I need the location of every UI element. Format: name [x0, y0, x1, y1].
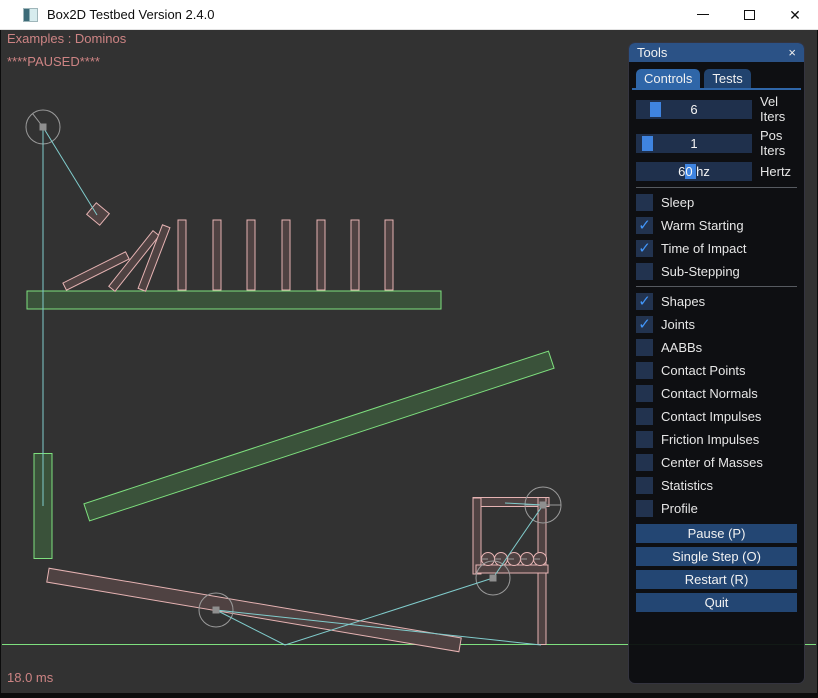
- checkbox-profile[interactable]: [636, 500, 653, 517]
- window-title: Box2D Testbed Version 2.4.0: [47, 7, 680, 22]
- checkbox-row-sleep: Sleep: [636, 194, 797, 211]
- checkbox-label: Sub-Stepping: [661, 264, 740, 279]
- slider-label: Vel Iters: [760, 94, 797, 124]
- tab-tests[interactable]: Tests: [704, 69, 750, 88]
- checkbox-label: Contact Normals: [661, 386, 758, 401]
- checkbox-row-contact-points: Contact Points: [636, 362, 797, 379]
- checkbox-label: AABBs: [661, 340, 702, 355]
- checkbox-contact-points[interactable]: [636, 362, 653, 379]
- maximize-icon: [744, 10, 755, 20]
- pause-p-button[interactable]: Pause (P): [636, 524, 797, 543]
- slider-label: Pos Iters: [760, 128, 797, 158]
- checkbox-label: Contact Impulses: [661, 409, 761, 424]
- checkbox-label: Profile: [661, 501, 698, 516]
- slider-row-vel-iters: 6 Vel Iters: [636, 94, 797, 124]
- checkbox-label: Friction Impulses: [661, 432, 759, 447]
- slider-value: 1: [636, 134, 752, 153]
- checkbox-aabbs[interactable]: [636, 339, 653, 356]
- app-icon: [23, 8, 38, 22]
- slider-value: 60 hz: [636, 162, 752, 181]
- checkbox-label: Center of Masses: [661, 455, 763, 470]
- checkbox-row-aabbs: AABBs: [636, 339, 797, 356]
- quit-button[interactable]: Quit: [636, 593, 797, 612]
- window-titlebar[interactable]: Box2D Testbed Version 2.4.0 ✕: [0, 0, 818, 30]
- close-icon: ✕: [789, 8, 801, 22]
- checkbox-row-joints: ✓ Joints: [636, 316, 797, 333]
- checkbox-row-profile: Profile: [636, 500, 797, 517]
- checkbox-row-friction-impulses: Friction Impulses: [636, 431, 797, 448]
- checkbox-row-center-of-masses: Center of Masses: [636, 454, 797, 471]
- checkbox-joints[interactable]: ✓: [636, 316, 653, 333]
- checkbox-contact-impulses[interactable]: [636, 408, 653, 425]
- tab-bar: ControlsTests: [636, 69, 797, 88]
- tab-underline: [632, 88, 801, 90]
- slider-vel-iters[interactable]: 6: [636, 100, 752, 119]
- restart-r-button[interactable]: Restart (R): [636, 570, 797, 589]
- frame-time-label: 18.0 ms: [7, 670, 53, 685]
- checkbox-sub-stepping[interactable]: [636, 263, 653, 280]
- checkbox-shapes[interactable]: ✓: [636, 293, 653, 310]
- checkbox-row-shapes: ✓ Shapes: [636, 293, 797, 310]
- checkbox-warm-starting[interactable]: ✓: [636, 217, 653, 234]
- slider-hertz[interactable]: 60 hz: [636, 162, 752, 181]
- tools-panel-body: ControlsTests 6 Vel Iters 1 Pos Iters 60 hz H…: [629, 62, 804, 612]
- checkbox-label: Joints: [661, 317, 695, 332]
- checkbox-row-contact-impulses: Contact Impulses: [636, 408, 797, 425]
- app-window: Examples : Dominos ****PAUSED**** 18.0 m…: [0, 0, 818, 698]
- checkbox-friction-impulses[interactable]: [636, 431, 653, 448]
- close-button[interactable]: ✕: [772, 0, 818, 30]
- checkbox-row-time-of-impact: ✓ Time of Impact: [636, 240, 797, 257]
- checkbox-label: Sleep: [661, 195, 694, 210]
- checkbox-statistics[interactable]: [636, 477, 653, 494]
- checkbox-label: Time of Impact: [661, 241, 746, 256]
- checkbox-label: Contact Points: [661, 363, 746, 378]
- minimize-icon: [697, 14, 709, 15]
- checkbox-contact-normals[interactable]: [636, 385, 653, 402]
- checkbox-row-warm-starting: ✓ Warm Starting: [636, 217, 797, 234]
- slider-row-hertz: 60 hz Hertz: [636, 162, 797, 181]
- checkbox-label: Shapes: [661, 294, 705, 309]
- checkbox-row-sub-stepping: Sub-Stepping: [636, 263, 797, 280]
- separator: [636, 286, 797, 287]
- slider-label: Hertz: [760, 164, 791, 179]
- checkbox-group-sim: Sleep ✓ Warm Starting ✓ Time of Impact Sub-St…: [636, 194, 797, 280]
- example-label: Examples : Dominos: [7, 31, 126, 46]
- checkbox-time-of-impact[interactable]: ✓: [636, 240, 653, 257]
- separator: [636, 187, 797, 188]
- paused-label: ****PAUSED****: [7, 54, 100, 69]
- tools-panel: Tools × ControlsTests 6 Vel Iters 1 Pos Ite…: [628, 42, 805, 684]
- tools-panel-title: Tools: [637, 45, 788, 60]
- checkbox-group-draw: ✓ Shapes ✓ Joints AABBs Contact Points Contact…: [636, 293, 797, 517]
- slider-pos-iters[interactable]: 1: [636, 134, 752, 153]
- tools-panel-titlebar[interactable]: Tools ×: [629, 43, 804, 62]
- checkbox-sleep[interactable]: [636, 194, 653, 211]
- minimize-button[interactable]: [680, 0, 726, 30]
- tools-panel-close-icon[interactable]: ×: [788, 46, 796, 59]
- tab-controls[interactable]: Controls: [636, 69, 700, 88]
- checkbox-row-statistics: Statistics: [636, 477, 797, 494]
- button-section: Pause (P) Single Step (O) Restart (R) Quit: [636, 524, 797, 612]
- slider-section: 6 Vel Iters 1 Pos Iters 60 hz Hertz: [636, 94, 797, 181]
- checkbox-row-contact-normals: Contact Normals: [636, 385, 797, 402]
- single-step-o-button[interactable]: Single Step (O): [636, 547, 797, 566]
- maximize-button[interactable]: [726, 0, 772, 30]
- checkbox-label: Warm Starting: [661, 218, 744, 233]
- slider-row-pos-iters: 1 Pos Iters: [636, 128, 797, 158]
- checkbox-center-of-masses[interactable]: [636, 454, 653, 471]
- slider-value: 6: [636, 100, 752, 119]
- checkbox-label: Statistics: [661, 478, 713, 493]
